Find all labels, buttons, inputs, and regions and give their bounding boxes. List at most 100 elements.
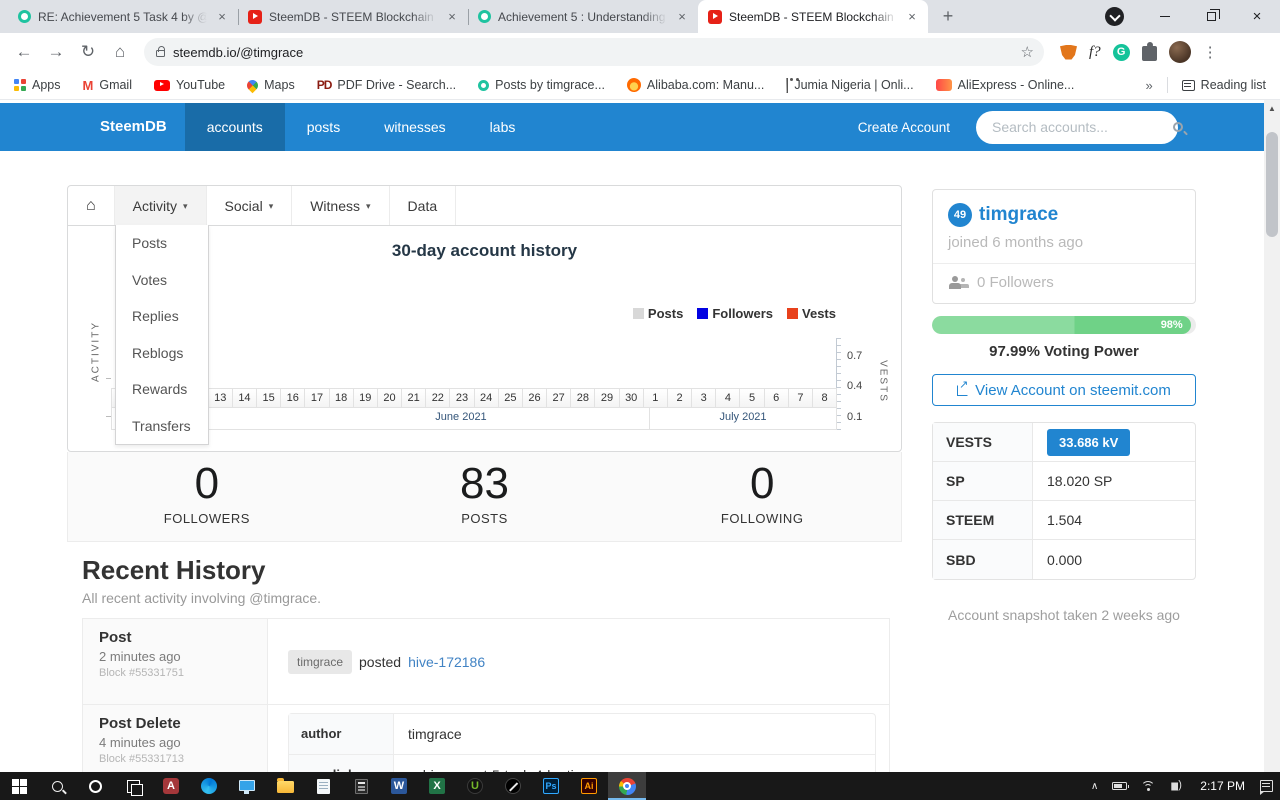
operation-table: author timgrace permlink achievement-5-t… <box>288 713 876 772</box>
dropdown-item-transfers[interactable]: Transfers <box>116 408 208 445</box>
tab-close-icon[interactable]: × <box>214 9 230 25</box>
tray-expand-icon[interactable]: ∧ <box>1084 772 1105 800</box>
dropdown-item-votes[interactable]: Votes <box>116 262 208 299</box>
forward-icon[interactable]: → <box>42 38 70 66</box>
bookmark-youtube[interactable]: YouTube <box>154 78 225 92</box>
bookmark-gmail[interactable]: M Gmail <box>83 78 133 93</box>
back-icon[interactable]: ← <box>10 38 38 66</box>
bookmark-aliexpress[interactable]: AliExpress - Online... <box>935 78 1074 92</box>
brand-logo[interactable]: SteemDB <box>82 103 185 151</box>
address-bar[interactable]: steemdb.io/@timgrace ☆ <box>144 38 1044 66</box>
minimize-button[interactable] <box>1142 0 1188 33</box>
external-link-icon <box>957 378 968 396</box>
restore-button[interactable] <box>1188 0 1234 33</box>
page-scrollbar[interactable]: ▲ <box>1264 100 1280 772</box>
taskbar-this-pc[interactable] <box>228 772 266 800</box>
chevron-down-icon: ▾ <box>268 200 274 211</box>
taskbar-app-dark[interactable] <box>494 772 532 800</box>
taskbar-word[interactable]: W <box>380 772 418 800</box>
taskbar-edge[interactable] <box>190 772 228 800</box>
bookmark-star-icon[interactable]: ☆ <box>1021 43 1034 61</box>
taskbar-illustrator[interactable]: Ai <box>570 772 608 800</box>
scrollbar-thumb[interactable] <box>1266 132 1278 237</box>
create-account-link[interactable]: Create Account <box>858 120 950 135</box>
battery-indicator[interactable] <box>1105 772 1134 800</box>
tab-close-icon[interactable]: × <box>904 9 920 25</box>
browser-tab-4-active[interactable]: SteemDB - STEEM Blockchain Exp × <box>698 0 928 33</box>
taskbar-chrome-active[interactable] <box>608 772 646 800</box>
url-text[interactable]: steemdb.io/@timgrace <box>173 45 1013 60</box>
tab-data[interactable]: Data <box>390 186 457 225</box>
grammarly-icon[interactable]: G <box>1112 43 1130 61</box>
taskbar-access[interactable]: A <box>152 772 190 800</box>
browser-tab-2[interactable]: SteemDB - STEEM Blockchain Exp × <box>238 0 469 33</box>
start-button[interactable] <box>0 772 38 800</box>
taskbar-utorrent[interactable]: U <box>456 772 494 800</box>
action-center-button[interactable] <box>1253 772 1280 800</box>
taskbar-photoshop[interactable]: Ps <box>532 772 570 800</box>
taskbar-file-explorer[interactable] <box>266 772 304 800</box>
account-home-tab[interactable]: ⌂ <box>68 186 115 225</box>
reload-icon[interactable]: ↻ <box>74 38 102 66</box>
bookmark-jumia[interactable]: Jumia Nigeria | Onli... <box>786 78 914 93</box>
home-icon[interactable]: ⌂ <box>106 38 134 66</box>
account-stats-band: 0 FOLLOWERS 83 POSTS 0 FOLLOWING <box>67 452 902 542</box>
username-badge[interactable]: timgrace <box>288 649 353 674</box>
nav-witnesses[interactable]: witnesses <box>362 103 467 151</box>
browser-tab-3[interactable]: Achievement 5 : Understanding T × <box>468 0 699 33</box>
followers-line: 0 Followers <box>933 264 1195 303</box>
taskbar-clock[interactable]: 2:17 PM <box>1192 779 1253 793</box>
search-input[interactable] <box>992 119 1173 135</box>
nav-labs[interactable]: labs <box>468 103 538 151</box>
tab-close-icon[interactable]: × <box>444 9 460 25</box>
chrome-menu-icon[interactable]: ⋮ <box>1203 43 1218 61</box>
metamask-icon[interactable] <box>1060 44 1077 60</box>
taskbar-notepad[interactable] <box>304 772 342 800</box>
tab-close-icon[interactable]: × <box>674 9 690 25</box>
legend-followers[interactable]: Followers <box>697 306 773 321</box>
new-tab-button[interactable]: + <box>934 3 962 31</box>
chrome-update-indicator-icon[interactable] <box>1105 7 1124 26</box>
taskbar-search[interactable] <box>38 772 76 800</box>
dropdown-item-rewards[interactable]: Rewards <box>116 371 208 408</box>
bookmark-alibaba[interactable]: Alibaba.com: Manu... <box>626 78 764 92</box>
bookmark-maps[interactable]: Maps <box>244 77 295 93</box>
taskbar-excel[interactable]: X <box>418 772 456 800</box>
account-sidebar: 49 timgrace joined 6 months ago 0 Followe… <box>932 189 1196 623</box>
legend-posts[interactable]: Posts <box>632 306 683 321</box>
tab-activity[interactable]: Activity ▾ <box>114 186 207 225</box>
bookmark-pdfdrive[interactable]: PD PDF Drive - Search... <box>317 78 456 92</box>
wifi-indicator[interactable] <box>1134 772 1164 800</box>
search-icon[interactable] <box>1173 122 1183 132</box>
stat-followers: 0 FOLLOWERS <box>68 452 346 541</box>
bookmark-apps[interactable]: Apps <box>14 78 61 92</box>
scroll-up-icon[interactable]: ▲ <box>1264 100 1280 113</box>
nav-accounts[interactable]: accounts <box>184 103 285 151</box>
tab-social[interactable]: Social ▾ <box>207 186 293 225</box>
bookmarks-overflow-icon[interactable]: » <box>1145 78 1152 93</box>
maps-pin-icon <box>244 77 261 93</box>
tab-witness[interactable]: Witness ▾ <box>292 186 390 225</box>
browser-tab-1[interactable]: RE: Achievement 5 Task 4 by @tim × <box>8 0 239 33</box>
legend-vests[interactable]: Vests <box>787 306 836 321</box>
account-search-box[interactable] <box>976 110 1183 144</box>
tab-title: Achievement 5 : Understanding T <box>498 9 667 24</box>
photoshop-icon: Ps <box>543 778 559 794</box>
dropdown-item-posts[interactable]: Posts <box>116 225 208 262</box>
volume-indicator[interactable] <box>1164 772 1192 800</box>
task-view-button[interactable] <box>114 772 152 800</box>
extension-f-icon[interactable]: f? <box>1089 44 1101 61</box>
username-link[interactable]: timgrace <box>979 204 1058 225</box>
bookmark-steemit[interactable]: Posts by timgrace... <box>478 78 605 92</box>
reading-list-button[interactable]: Reading list <box>1181 78 1266 92</box>
dropdown-item-replies[interactable]: Replies <box>116 298 208 335</box>
nav-posts[interactable]: posts <box>285 103 362 151</box>
view-on-steemit-button[interactable]: View Account on steemit.com <box>932 374 1196 406</box>
community-link[interactable]: hive-172186 <box>408 654 485 670</box>
profile-avatar[interactable] <box>1168 41 1191 63</box>
taskbar-calculator[interactable] <box>342 772 380 800</box>
dropdown-item-reblogs[interactable]: Reblogs <box>116 335 208 372</box>
close-button[interactable]: × <box>1234 0 1280 33</box>
taskbar-cortana[interactable] <box>76 772 114 800</box>
extensions-puzzle-icon[interactable] <box>1141 41 1157 61</box>
